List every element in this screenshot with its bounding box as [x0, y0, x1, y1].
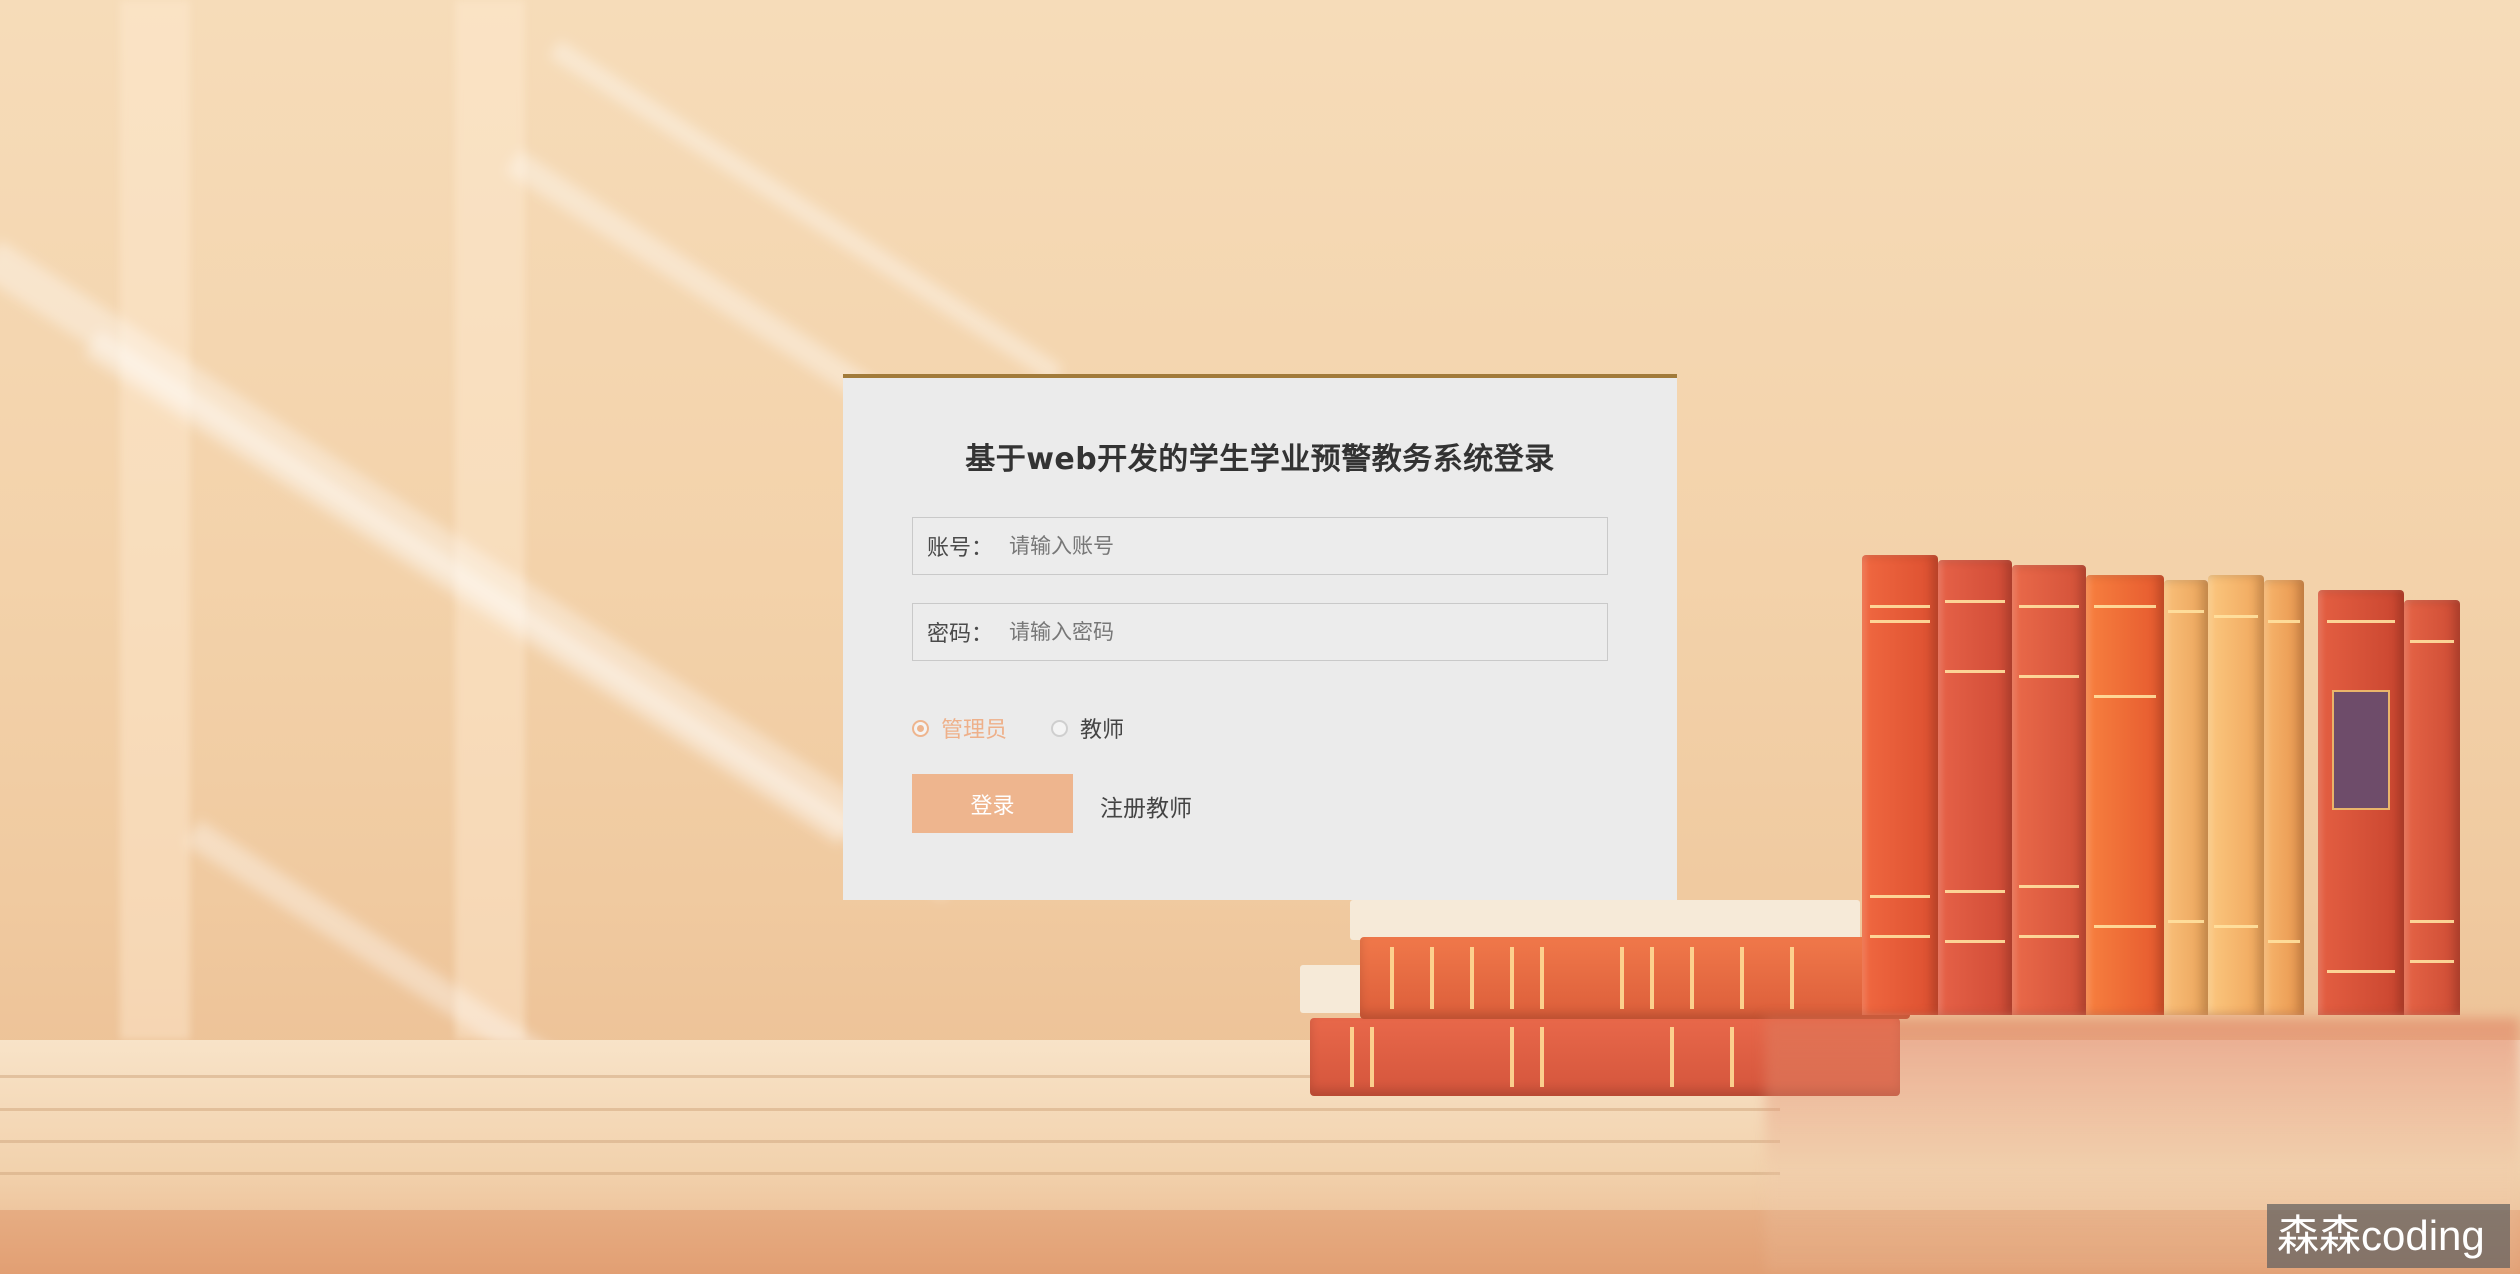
role-option-admin[interactable]: 管理员 [912, 712, 1007, 744]
desk-line [0, 1172, 1780, 1175]
login-button[interactable]: 登录 [912, 774, 1073, 833]
standing-book [2318, 590, 2404, 1015]
password-input[interactable] [993, 603, 1607, 661]
role-selector: 管理员 教师 [912, 712, 1168, 744]
light-ray [549, 40, 1064, 384]
standing-book [2012, 565, 2086, 1015]
account-label: 账号： [927, 536, 994, 561]
standing-book [2164, 580, 2208, 1015]
standing-book [2404, 600, 2460, 1015]
password-label: 密码： [927, 622, 994, 647]
radio-unchecked-icon[interactable] [1051, 719, 1069, 737]
account-input[interactable] [993, 517, 1607, 575]
window-pillar [120, 0, 190, 1040]
login-title: 基于web开发的学生学业预警教务系统登录 [965, 442, 1555, 477]
watermark: 森森coding [2267, 1204, 2510, 1268]
standing-book [2264, 580, 2304, 1015]
desk-line [0, 1108, 1780, 1111]
radio-checked-icon[interactable] [912, 719, 929, 737]
flat-book [1360, 937, 1910, 1019]
account-field: 账号： [912, 517, 1608, 575]
desk-line [0, 1140, 1780, 1143]
standing-book [2086, 575, 2164, 1015]
login-card: 基于web开发的学生学业预警教务系统登录 账号： 密码： 管理员 教师 登录 注… [843, 374, 1677, 900]
role-option-teacher[interactable]: 教师 [1051, 712, 1124, 744]
standing-book [1862, 555, 1938, 1015]
role-label-teacher: 教师 [1080, 718, 1125, 743]
book-pages [1350, 900, 1860, 940]
password-field: 密码： [912, 603, 1608, 661]
login-page: 基于web开发的学生学业预警教务系统登录 账号： 密码： 管理员 教师 登录 注… [0, 0, 2520, 1274]
role-label-admin: 管理员 [941, 718, 1008, 743]
standing-book [2208, 575, 2264, 1015]
register-teacher-link[interactable]: 注册教师 [1100, 789, 1192, 823]
standing-book [1938, 560, 2012, 1015]
